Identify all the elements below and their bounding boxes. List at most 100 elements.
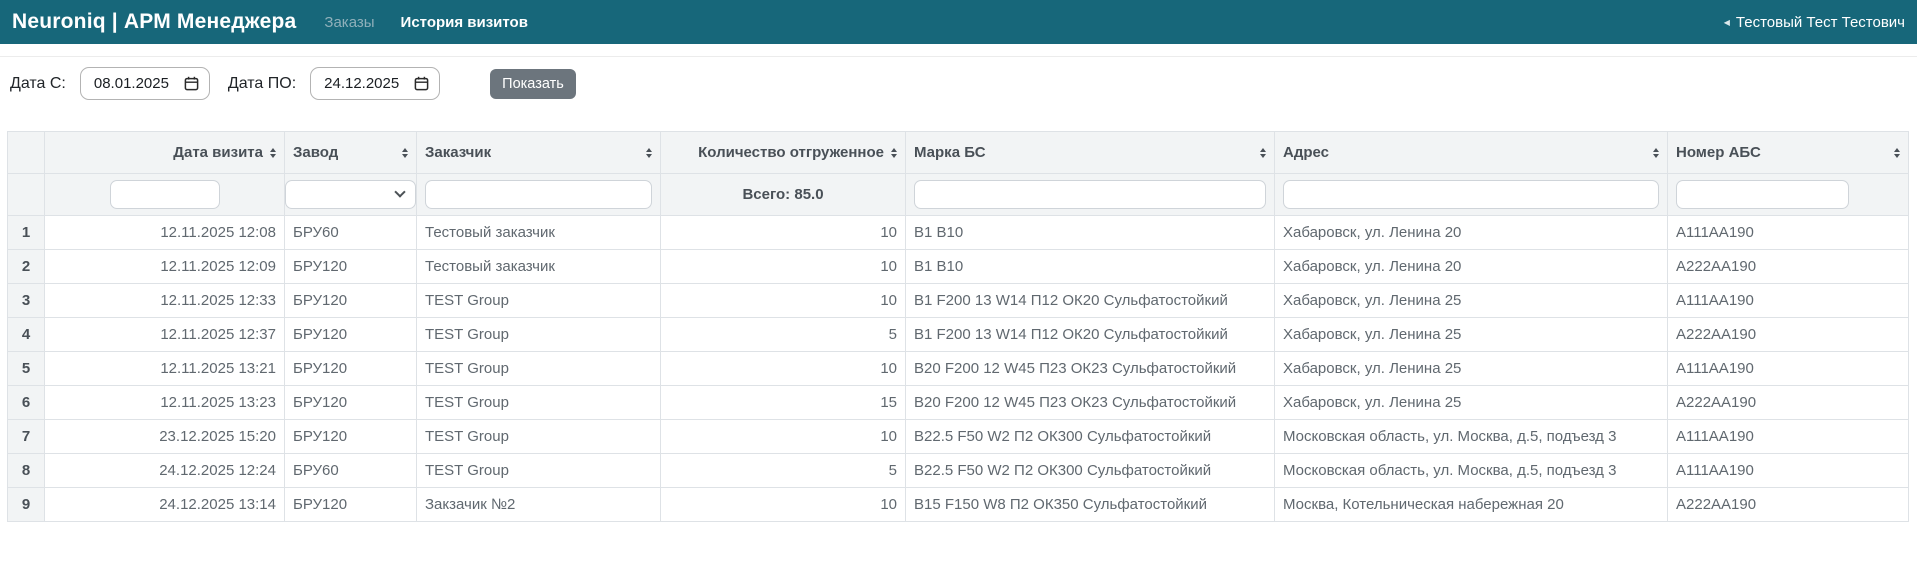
row-number: 1 <box>8 216 45 250</box>
sort-icon[interactable] <box>646 148 652 158</box>
table-row: 6 12.11.2025 13:23 БРУ120 TEST Group 15 … <box>8 386 1909 420</box>
row-number: 3 <box>8 284 45 318</box>
table-body: 1 12.11.2025 12:08 БРУ60 Тестовый заказч… <box>8 216 1909 522</box>
cell-visit-date: 24.12.2025 12:24 <box>45 454 285 488</box>
date-from-label: Дата С: <box>10 75 66 93</box>
sort-icon[interactable] <box>1260 148 1266 158</box>
cell-address: Московская область, ул. Москва, д.5, под… <box>1275 420 1668 454</box>
cell-mark: B22.5 F50 W2 П2 ОК300 Сульфатостойкий <box>906 420 1275 454</box>
header-customer[interactable]: Заказчик <box>417 132 661 174</box>
filter-index-cell <box>8 174 45 216</box>
row-number: 4 <box>8 318 45 352</box>
cell-customer: Тестовый заказчик <box>417 216 661 250</box>
calendar-icon[interactable] <box>184 76 199 91</box>
filter-visit-date-input[interactable] <box>110 180 220 209</box>
table-row: 9 24.12.2025 13:14 БРУ120 Закзачик №2 10… <box>8 488 1909 522</box>
row-number: 7 <box>8 420 45 454</box>
cell-visit-date: 12.11.2025 12:33 <box>45 284 285 318</box>
app-title[interactable]: Neuroniq | АРМ Менеджера <box>12 10 296 34</box>
cell-mark: B1 F200 13 W14 П12 ОК20 Сульфатостойкий <box>906 318 1275 352</box>
quantity-total: Всего: 85.0 <box>661 174 906 216</box>
header-mark[interactable]: Марка БС <box>906 132 1275 174</box>
calendar-icon[interactable] <box>414 76 429 91</box>
cell-visit-date: 23.12.2025 15:20 <box>45 420 285 454</box>
cell-mark: B20 F200 12 W45 П23 ОК23 Сульфатостойкий <box>906 352 1275 386</box>
cell-visit-date: 12.11.2025 13:21 <box>45 352 285 386</box>
cell-abs-number: A111AA190 <box>1668 216 1909 250</box>
main-nav: Заказы История визитов <box>324 14 528 31</box>
cell-plant: БРУ120 <box>285 250 417 284</box>
date-to-label: Дата ПО: <box>228 75 296 93</box>
cell-abs-number: A222AA190 <box>1668 318 1909 352</box>
cell-plant: БРУ120 <box>285 386 417 420</box>
cell-customer: TEST Group <box>417 454 661 488</box>
cell-quantity: 15 <box>661 386 906 420</box>
cell-plant: БРУ120 <box>285 488 417 522</box>
cell-quantity: 10 <box>661 216 906 250</box>
sort-icon[interactable] <box>402 148 408 158</box>
table-row: 3 12.11.2025 12:33 БРУ120 TEST Group 10 … <box>8 284 1909 318</box>
filter-mark-input[interactable] <box>914 180 1266 209</box>
cell-quantity: 10 <box>661 420 906 454</box>
header-address[interactable]: Адрес <box>1275 132 1668 174</box>
visit-history-table: Дата визита Завод Заказчик Количество от… <box>7 131 1910 522</box>
filter-abs-number-input[interactable] <box>1676 180 1849 209</box>
header-plant[interactable]: Завод <box>285 132 417 174</box>
cell-customer: TEST Group <box>417 352 661 386</box>
top-navbar: Neuroniq | АРМ Менеджера Заказы История … <box>0 0 1917 44</box>
nav-item-visit-history[interactable]: История визитов <box>401 14 528 31</box>
show-button[interactable]: Показать <box>490 69 576 99</box>
date-from-input[interactable]: 08.01.2025 <box>80 67 210 100</box>
cell-plant: БРУ120 <box>285 284 417 318</box>
table-row: 7 23.12.2025 15:20 БРУ120 TEST Group 10 … <box>8 420 1909 454</box>
cell-visit-date: 12.11.2025 13:23 <box>45 386 285 420</box>
caret-left-icon: ◀ <box>1724 18 1730 27</box>
cell-plant: БРУ120 <box>285 318 417 352</box>
cell-customer: TEST Group <box>417 284 661 318</box>
filter-customer-input[interactable] <box>425 180 652 209</box>
table-row: 2 12.11.2025 12:09 БРУ120 Тестовый заказ… <box>8 250 1909 284</box>
row-number: 5 <box>8 352 45 386</box>
user-menu[interactable]: ◀ Тестовый Тест Тестович <box>1724 14 1905 31</box>
row-number: 2 <box>8 250 45 284</box>
user-name: Тестовый Тест Тестович <box>1736 14 1905 31</box>
cell-address: Московская область, ул. Москва, д.5, под… <box>1275 454 1668 488</box>
cell-abs-number: A222AA190 <box>1668 386 1909 420</box>
header-divider <box>0 44 1917 57</box>
table-filter-row: Всего: 85.0 <box>8 174 1909 216</box>
cell-plant: БРУ120 <box>285 352 417 386</box>
header-quantity[interactable]: Количество отгруженное <box>661 132 906 174</box>
cell-quantity: 10 <box>661 352 906 386</box>
cell-abs-number: A111AA190 <box>1668 352 1909 386</box>
cell-customer: TEST Group <box>417 386 661 420</box>
date-to-input[interactable]: 24.12.2025 <box>310 67 440 100</box>
cell-visit-date: 12.11.2025 12:08 <box>45 216 285 250</box>
cell-mark: B22.5 F50 W2 П2 ОК300 Сульфатостойкий <box>906 454 1275 488</box>
table-row: 1 12.11.2025 12:08 БРУ60 Тестовый заказч… <box>8 216 1909 250</box>
sort-icon[interactable] <box>891 148 897 158</box>
cell-address: Москва, Котельническая набережная 20 <box>1275 488 1668 522</box>
filter-address-input[interactable] <box>1283 180 1659 209</box>
date-filter-bar: Дата С: 08.01.2025 Дата ПО: 24.12.2025 П… <box>10 67 1917 100</box>
sort-icon[interactable] <box>1653 148 1659 158</box>
header-visit-date[interactable]: Дата визита <box>45 132 285 174</box>
cell-customer: TEST Group <box>417 420 661 454</box>
nav-item-orders[interactable]: Заказы <box>324 14 374 31</box>
cell-abs-number: A111AA190 <box>1668 420 1909 454</box>
header-abs-number[interactable]: Номер АБС <box>1668 132 1909 174</box>
cell-address: Хабаровск, ул. Ленина 25 <box>1275 284 1668 318</box>
cell-quantity: 10 <box>661 488 906 522</box>
cell-visit-date: 12.11.2025 12:37 <box>45 318 285 352</box>
cell-customer: Тестовый заказчик <box>417 250 661 284</box>
cell-address: Хабаровск, ул. Ленина 20 <box>1275 250 1668 284</box>
cell-abs-number: A222AA190 <box>1668 488 1909 522</box>
cell-visit-date: 24.12.2025 13:14 <box>45 488 285 522</box>
filter-plant-select[interactable] <box>285 180 416 209</box>
cell-mark: B15 F150 W8 П2 ОК350 Сульфатостойкий <box>906 488 1275 522</box>
sort-icon[interactable] <box>1894 148 1900 158</box>
sort-icon[interactable] <box>270 148 276 158</box>
table-header-row: Дата визита Завод Заказчик Количество от… <box>8 132 1909 174</box>
row-number: 6 <box>8 386 45 420</box>
row-number: 9 <box>8 488 45 522</box>
cell-address: Хабаровск, ул. Ленина 25 <box>1275 386 1668 420</box>
